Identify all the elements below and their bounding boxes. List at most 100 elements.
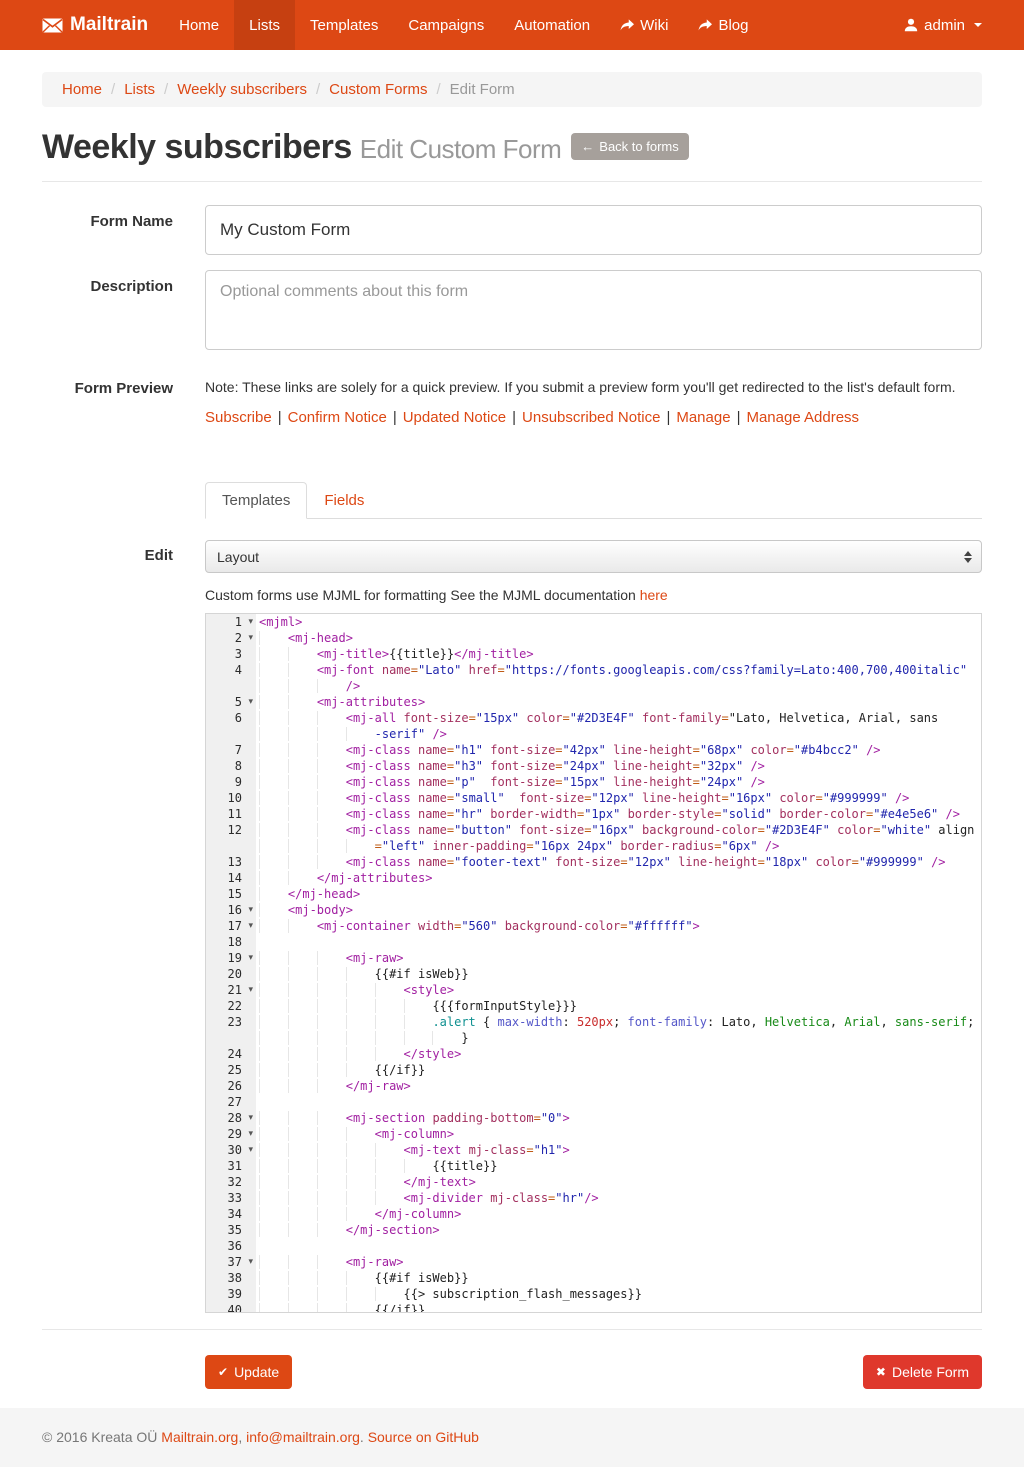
fold-arrow-icon[interactable]: ▾ — [248, 983, 253, 997]
fold-arrow-icon[interactable]: ▾ — [248, 903, 253, 917]
back-to-forms-button[interactable]: ←Back to forms — [571, 133, 688, 160]
code-line[interactable]: <mj-head> — [256, 630, 981, 646]
code-line[interactable]: /> — [256, 678, 981, 694]
fold-arrow-icon[interactable]: ▾ — [248, 615, 253, 629]
preview-link-confirm-notice[interactable]: Confirm Notice — [288, 409, 387, 426]
code-line[interactable]: <mj-class name="h3" font-size="24px" lin… — [256, 758, 981, 774]
code-row: 4 <mj-font name="Lato" href="https://fon… — [206, 662, 981, 678]
footer-link-github[interactable]: Source on GitHub — [368, 1429, 479, 1445]
nav-item-home[interactable]: Home — [164, 0, 234, 50]
code-line[interactable]: <mj-body> — [256, 902, 981, 918]
mjml-docs-link[interactable]: here — [640, 587, 668, 603]
fold-arrow-icon[interactable]: ▾ — [248, 919, 253, 933]
code-line[interactable]: <mj-class name="h1" font-size="42px" lin… — [256, 742, 981, 758]
brand[interactable]: Mailtrain — [42, 0, 164, 50]
code-line[interactable]: <mj-divider mj-class="hr"/> — [256, 1190, 981, 1206]
code-line[interactable]: {{title}} — [256, 1158, 981, 1174]
user-menu[interactable]: admin — [904, 0, 982, 50]
description-textarea[interactable] — [205, 270, 982, 350]
gutter-cell: 11 — [206, 806, 256, 822]
code-line[interactable]: .alert { max-width: 520px; font-family: … — [256, 1014, 981, 1030]
code-line[interactable]: <mj-raw> — [256, 1254, 981, 1270]
code-line[interactable]: <style> — [256, 982, 981, 998]
nav-item-wiki[interactable]: Wiki — [605, 0, 683, 50]
update-button[interactable]: ✔Update — [205, 1355, 292, 1389]
code-line[interactable]: <mj-class name="small" font-size="12px" … — [256, 790, 981, 806]
breadcrumb-home[interactable]: Home — [62, 81, 102, 98]
breadcrumb-weekly-subscribers[interactable]: Weekly subscribers — [177, 81, 307, 98]
code-line[interactable]: {{#if isWeb}} — [256, 966, 981, 982]
code-line[interactable]: </mj-text> — [256, 1174, 981, 1190]
code-line[interactable]: {{#if isWeb}} — [256, 1270, 981, 1286]
code-line[interactable]: <mj-attributes> — [256, 694, 981, 710]
preview-link-updated-notice[interactable]: Updated Notice — [403, 409, 506, 426]
code-line[interactable]: ="left" inner-padding="16px 24px" border… — [256, 838, 981, 854]
code-line[interactable]: </style> — [256, 1046, 981, 1062]
fold-arrow-icon[interactable]: ▾ — [248, 1143, 253, 1157]
code-editor[interactable]: 1▾<mjml>2▾ <mj-head>3 <mj-title>{{title}… — [205, 613, 982, 1313]
code-line[interactable]: {{/if}} — [256, 1062, 981, 1078]
gutter-cell: 33 — [206, 1190, 256, 1206]
code-line[interactable]: <mj-title>{{title}}</mj-title> — [256, 646, 981, 662]
code-line[interactable]: <mj-font name="Lato" href="https://fonts… — [256, 662, 981, 678]
preview-links: Subscribe|Confirm Notice|Updated Notice|… — [205, 409, 982, 426]
preview-link-manage-address[interactable]: Manage Address — [746, 409, 859, 426]
code-line[interactable]: </mj-section> — [256, 1222, 981, 1238]
code-line[interactable]: <mj-raw> — [256, 950, 981, 966]
code-line[interactable]: <mj-class name="hr" border-width="1px" b… — [256, 806, 981, 822]
code-line[interactable]: <mj-text mj-class="h1"> — [256, 1142, 981, 1158]
caret-down-icon — [974, 23, 982, 27]
form-name-input[interactable] — [205, 205, 982, 255]
code-line[interactable]: <mj-class name="footer-text" font-size="… — [256, 854, 981, 870]
fold-arrow-icon[interactable]: ▾ — [248, 1127, 253, 1141]
code-row: 40 {{/if}} — [206, 1302, 981, 1313]
code-line[interactable]: </mj-column> — [256, 1206, 981, 1222]
nav-item-lists[interactable]: Lists — [234, 0, 295, 50]
code-line[interactable] — [256, 1094, 981, 1110]
code-line[interactable]: </mj-attributes> — [256, 870, 981, 886]
preview-link-unsubscribed-notice[interactable]: Unsubscribed Notice — [522, 409, 660, 426]
code-line[interactable]: <mj-column> — [256, 1126, 981, 1142]
code-line[interactable]: <mj-all font-size="15px" color="#2D3E4F"… — [256, 710, 981, 726]
code-line[interactable]: <mj-class name="p" font-size="15px" line… — [256, 774, 981, 790]
tab-templates[interactable]: Templates — [205, 482, 307, 519]
code-line[interactable]: {{/if}} — [256, 1302, 981, 1313]
fold-arrow-icon[interactable]: ▾ — [248, 951, 253, 965]
fold-arrow-icon[interactable]: ▾ — [248, 695, 253, 709]
code-line[interactable]: } — [256, 1030, 981, 1046]
selected-option: Layout — [217, 549, 259, 565]
preview-link-manage[interactable]: Manage — [676, 409, 730, 426]
code-line[interactable]: </mj-raw> — [256, 1078, 981, 1094]
nav-item-automation[interactable]: Automation — [499, 0, 605, 50]
code-row: 6 <mj-all font-size="15px" color="#2D3E4… — [206, 710, 981, 726]
fold-arrow-icon[interactable]: ▾ — [248, 1111, 253, 1125]
breadcrumb-lists[interactable]: Lists — [124, 81, 155, 98]
nav-item-templates[interactable]: Templates — [295, 0, 393, 50]
code-line[interactable]: </mj-head> — [256, 886, 981, 902]
link-separator: | — [512, 409, 516, 426]
nav-item-campaigns[interactable]: Campaigns — [393, 0, 499, 50]
code-line[interactable]: <mj-class name="button" font-size="16px"… — [256, 822, 981, 838]
code-line[interactable]: -serif" /> — [256, 726, 981, 742]
code-line[interactable]: {{> subscription_flash_messages}} — [256, 1286, 981, 1302]
code-line[interactable] — [256, 1238, 981, 1254]
fold-arrow-icon[interactable]: ▾ — [248, 1255, 253, 1269]
footer-link-mailtrain[interactable]: Mailtrain.org — [161, 1429, 238, 1445]
code-row: 25 {{/if}} — [206, 1062, 981, 1078]
edit-template-select[interactable]: Layout — [205, 540, 982, 573]
code-row: 9 <mj-class name="p" font-size="15px" li… — [206, 774, 981, 790]
code-line[interactable]: {{{formInputStyle}}} — [256, 998, 981, 1014]
code-row: 1▾<mjml> — [206, 614, 981, 630]
footer-link-email[interactable]: info@mailtrain.org — [246, 1429, 360, 1445]
code-line[interactable]: <mj-section padding-bottom="0"> — [256, 1110, 981, 1126]
code-line[interactable]: <mj-container width="560" background-col… — [256, 918, 981, 934]
copyright-text: © 2016 Kreata OÜ — [42, 1429, 161, 1445]
breadcrumb-custom-forms[interactable]: Custom Forms — [329, 81, 427, 98]
code-line[interactable]: <mjml> — [256, 614, 981, 630]
fold-arrow-icon[interactable]: ▾ — [248, 631, 253, 645]
tab-fields[interactable]: Fields — [307, 482, 381, 519]
preview-link-subscribe[interactable]: Subscribe — [205, 409, 272, 426]
nav-item-blog[interactable]: Blog — [683, 0, 763, 50]
code-line[interactable] — [256, 934, 981, 950]
delete-form-button[interactable]: ✖Delete Form — [863, 1355, 982, 1389]
